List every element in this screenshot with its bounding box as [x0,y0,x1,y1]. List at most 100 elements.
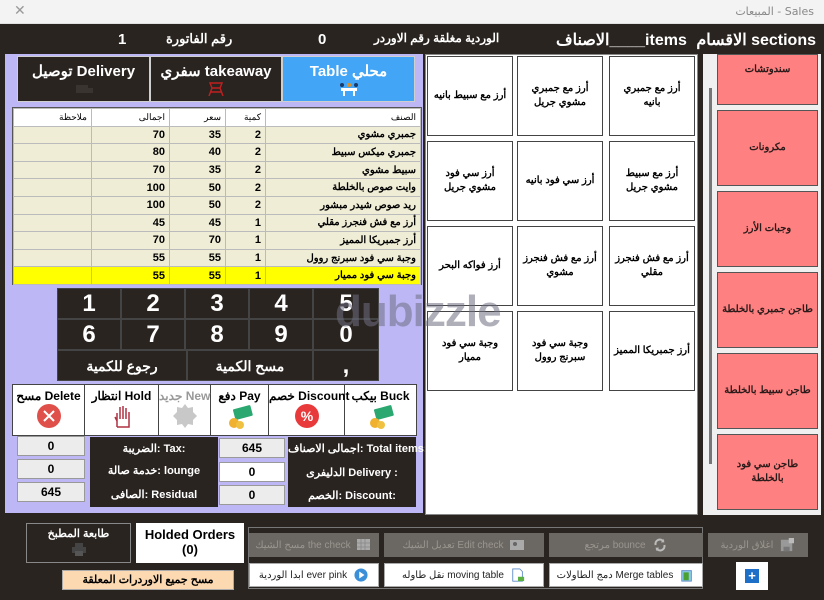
moving-table-label: نقل طاوله moving table [402,569,504,581]
order-row[interactable]: 100 50 2 ريد صوص شيدر مبشور [13,195,421,215]
section-button[interactable]: طاجن سي فود بالخلطة [717,434,818,510]
merge-tables-button[interactable]: دمج الطاولات Merge tables [549,563,703,587]
bounce-button[interactable]: مرتجع bounce [549,533,703,557]
section-button[interactable]: مكرونات [717,110,818,186]
col-header-item: الصنف [265,108,421,127]
cell-price: 45 [169,213,226,233]
cell-item: أرز جمبريكا المميز [265,231,421,250]
numpad-key-6[interactable]: 6 [57,319,121,350]
order-row[interactable]: 70 70 1 أرز جمبريكا المميز [13,231,421,250]
new-badge-icon [172,404,197,428]
invoice-number: 1 [118,31,127,48]
order-type-delivery[interactable]: توصيل Delivery [17,56,150,102]
order-row[interactable]: 45 45 1 أرز مع فش فنجرز مقلي [13,213,421,233]
kitchen-printer-button[interactable]: طابعة المطبخ [26,523,131,563]
delete-button[interactable]: مسح Delete [13,385,85,435]
delivery-input[interactable]: 0 [219,462,285,482]
cell-qty: 2 [225,160,266,180]
cell-item: أرز مع فش فنجرز مقلي [265,213,421,233]
cell-price: 35 [169,125,226,145]
discount-total-label: الخصم: Discount: [288,485,416,507]
order-row[interactable]: 70 35 2 جمبري مشوي [13,125,421,145]
svg-text:%: % [300,408,313,424]
clear-check-button[interactable]: مسح الشيك the check [249,533,379,557]
hand-stop-icon [113,406,130,428]
cell-item: وجبة سي فود مميار [265,266,421,285]
item-button[interactable]: أرز مع فش فنجرز مقلي [609,226,695,306]
total-items-label: اجمالى الاصناف: Total items: [288,437,428,461]
cell-item: جمبري ميكس سبيط [265,143,421,162]
numpad-key-3[interactable]: 3 [185,288,249,319]
play-icon [354,568,368,582]
col-header-price: سعر [169,108,226,127]
cell-note [13,266,92,285]
numpad-key-1[interactable]: 1 [57,288,121,319]
col-header-qty: كمية [225,108,266,127]
sections-scrollbar[interactable] [709,88,712,464]
delivery-label: الدليفرى Delivery : [288,461,416,485]
clear-qty-button[interactable]: مسح الكمية [187,350,313,381]
section-button[interactable]: طاجن سبيط بالخلطة [717,353,818,429]
back-to-qty-button[interactable]: رجوع للكمية [57,350,187,381]
add-button[interactable]: + [736,562,768,590]
moving-table-button[interactable]: نقل طاوله moving table [384,563,544,587]
held-orders-button[interactable]: Holded Orders (0) [136,523,244,563]
order-row[interactable]: 80 40 2 جمبري ميكس سبيط [13,143,421,162]
order-row-selected[interactable]: 55 55 1 وجبة سي فود مميار [13,266,421,285]
item-button[interactable]: أرز سي فود بانيه [517,141,603,221]
section-button[interactable]: سندوتشات [717,54,818,105]
start-shift-label: ابدا الوردية ever pink [258,569,348,581]
close-icon[interactable]: ✕ [14,3,26,19]
pay-button[interactable]: دفع Pay [211,385,269,435]
cell-item: سبيط مشوي [265,160,421,180]
dine-in-table-icon [339,83,358,96]
shift-status: الوردية مغلقة رقم الاوردر [374,31,500,45]
item-button[interactable]: أرز مع فش فنجرز مشوي [517,226,603,306]
numpad-key-8[interactable]: 8 [185,319,249,350]
cell-total: 70 [91,231,170,250]
order-type-table[interactable]: Table محلي [282,56,415,102]
new-button[interactable]: جديد New [159,385,211,435]
held-orders-count: (0) [182,542,198,557]
hold-button[interactable]: انتظار Hold [85,385,159,435]
item-button[interactable]: أرز سي فود مشوي جريل [427,141,513,221]
discount-button[interactable]: خصم Discount % [269,385,349,435]
buck-button[interactable]: بيكب Buck [345,385,416,435]
close-shift-button[interactable]: اغلاق الوردية [708,533,808,557]
tax-label: الضريبة: Tax: [90,437,218,461]
item-button[interactable]: أرز مع سبيط مشوي جريل [609,141,695,221]
numpad-key-4[interactable]: 4 [249,288,313,319]
section-button[interactable]: وجبات الأرز [717,191,818,267]
item-button[interactable]: وجبة سي فود سبرنج روول [517,311,603,391]
cell-total: 80 [91,143,170,162]
section-button[interactable]: طاجن جمبري بالخلطة [717,272,818,348]
item-button[interactable]: أرز مع جمبري مشوي جريل [517,56,603,136]
order-type-takeaway[interactable]: سفري takeaway [150,56,282,102]
hold-label: انتظار Hold [91,389,152,403]
clear-held-orders-button[interactable]: مسح جميع الاوردرات المعلقة [62,570,234,590]
move-document-icon [512,568,525,582]
edit-check-button[interactable]: تعديل الشيك Edit check [384,533,544,557]
numpad-key-9[interactable]: 9 [249,319,313,350]
numpad-key-2[interactable]: 2 [121,288,185,319]
cell-item: وايت صوص بالخلطة [265,178,421,197]
order-row[interactable]: 70 35 2 سبيط مشوي [13,160,421,180]
item-button[interactable]: أرز مع سبيط بانيه [427,56,513,136]
new-label: جديد New [159,389,211,403]
delivery-truck-icon [75,85,93,93]
order-row[interactable]: 55 55 1 وجبة سي فود سبرنج روول [13,248,421,268]
percent-icon: % [294,404,319,428]
order-grid[interactable]: ملاحظة اجمالى سعر كمية الصنف 70 35 2 جمبري … [12,107,422,285]
sections-panel: سندوتشات مكرونات وجبات الأرز طاجن جمبري بال… [703,54,821,515]
comma-key[interactable]: , [313,350,379,381]
invoice-label: رقم الفاتورة [166,31,233,46]
cell-item: ريد صوص شيدر مبشور [265,195,421,215]
start-shift-button[interactable]: ابدا الوردية ever pink [249,563,379,587]
numpad-key-7[interactable]: 7 [121,319,185,350]
item-button[interactable]: أرز جمبريكا المميز [609,311,695,391]
item-button[interactable]: أرز مع جمبري بانيه [609,56,695,136]
order-row[interactable]: 100 50 2 وايت صوص بالخلطة [13,178,421,197]
cell-qty: 1 [225,248,266,268]
cell-price: 50 [169,195,226,215]
cell-total: 55 [91,266,170,285]
